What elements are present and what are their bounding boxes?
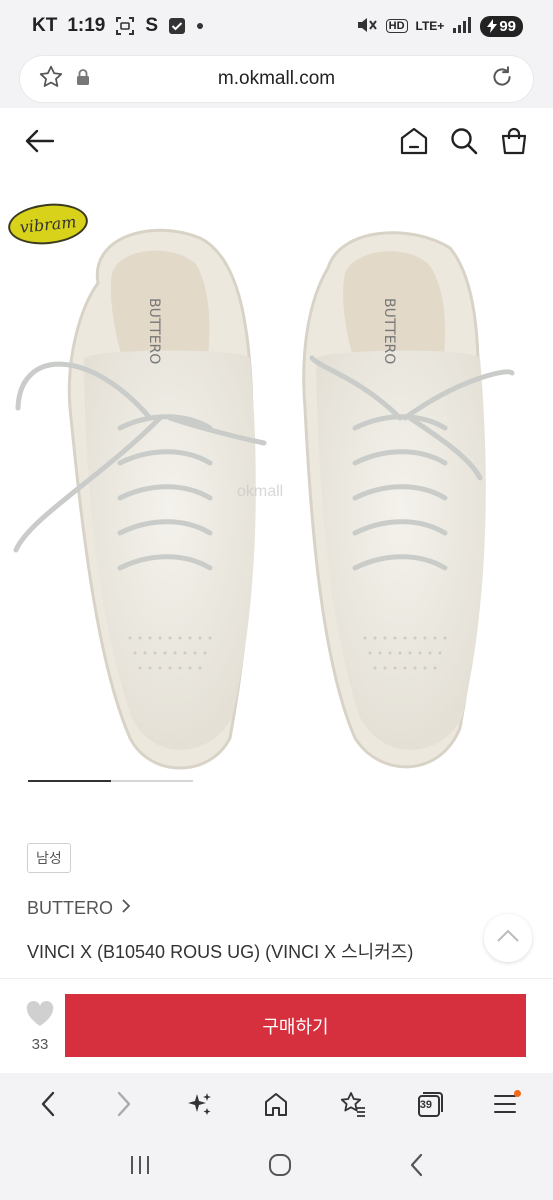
heart-icon — [26, 1001, 54, 1031]
browser-url-area: m.okmall.com — [0, 52, 553, 108]
browser-back-icon[interactable] — [28, 1084, 68, 1124]
status-left: KT 1:19 S — [32, 15, 204, 37]
system-home-icon[interactable] — [267, 1152, 293, 1183]
chevron-right-icon — [121, 898, 131, 919]
battery-indicator: 99 — [480, 15, 523, 37]
product-image-gallery[interactable]: BUTTERO BUTTERO vibram okmall — [0, 178, 553, 818]
bookmarks-icon[interactable] — [333, 1084, 373, 1124]
left-shoe: BUTTERO — [13, 228, 267, 770]
search-icon[interactable] — [449, 126, 479, 161]
recent-apps-icon[interactable] — [127, 1154, 153, 1181]
tabs-count: 39 — [419, 1099, 433, 1111]
image-watermark: okmall — [237, 483, 284, 500]
system-navigation-bar — [0, 1135, 553, 1200]
purchase-bar: 33 구매하기 — [0, 978, 553, 1073]
url-bar[interactable]: m.okmall.com — [20, 56, 533, 102]
checkbox-notification-icon — [168, 17, 186, 35]
sparkle-assistant-icon[interactable] — [180, 1084, 220, 1124]
chevron-up-icon — [496, 929, 520, 948]
battery-level: 99 — [499, 17, 516, 35]
lock-icon — [76, 68, 90, 91]
header-actions — [399, 126, 529, 161]
menu-notification-dot — [513, 1090, 521, 1097]
home-icon[interactable] — [399, 126, 429, 161]
mute-icon — [356, 15, 378, 38]
like-count: 33 — [31, 1036, 49, 1053]
site-header — [0, 108, 553, 178]
tabs-icon[interactable]: 39 — [409, 1084, 449, 1124]
url-text: m.okmall.com — [217, 68, 336, 89]
browser-toolbar: 39 — [0, 1073, 553, 1135]
product-name: VINCI X (B10540 ROUS UG) (VINCI X 스니커즈) — [27, 942, 414, 962]
system-back-icon[interactable] — [408, 1153, 426, 1182]
gender-tag: 남성 — [27, 843, 71, 873]
back-arrow-icon[interactable] — [24, 127, 56, 160]
right-shoe: BUTTERO — [302, 231, 515, 769]
carrier-label: KT — [32, 15, 58, 36]
buy-button[interactable]: 구매하기 — [65, 994, 526, 1057]
hd-voice-icon: HD — [385, 19, 408, 33]
screenshot-icon — [115, 16, 135, 36]
like-button[interactable]: 33 — [20, 1001, 60, 1053]
status-bar: KT 1:19 S HD LTE+ 99 — [0, 0, 553, 52]
more-notifications-dot-icon — [196, 22, 204, 30]
page: KT 1:19 S HD LTE+ 99 m.okmall.com BUTTER… — [0, 0, 553, 1200]
charging-icon — [487, 19, 498, 33]
brand-name: BUTTERO — [27, 898, 114, 918]
network-type-label: LTE+ — [415, 19, 445, 33]
reload-icon[interactable] — [489, 64, 515, 95]
browser-forward-icon[interactable] — [104, 1084, 144, 1124]
svg-text:BUTTERO: BUTTERO — [381, 298, 397, 364]
scroll-to-top-button[interactable] — [484, 914, 532, 962]
browser-home-icon[interactable] — [256, 1084, 296, 1124]
bookmark-star-icon[interactable] — [38, 64, 64, 95]
vibram-logo-text: vibram — [18, 211, 78, 237]
shopping-bag-icon[interactable] — [499, 126, 529, 161]
gallery-progress-track — [28, 780, 193, 782]
brand-link[interactable]: BUTTERO — [27, 898, 131, 919]
status-right: HD LTE+ 99 — [356, 15, 523, 38]
clock: 1:19 — [67, 15, 106, 36]
signal-icon — [452, 16, 472, 37]
svg-text:BUTTERO: BUTTERO — [146, 298, 162, 364]
s-app-icon: S — [145, 15, 159, 36]
gallery-progress-fill — [28, 780, 111, 782]
browser-menu-icon[interactable] — [485, 1084, 525, 1124]
